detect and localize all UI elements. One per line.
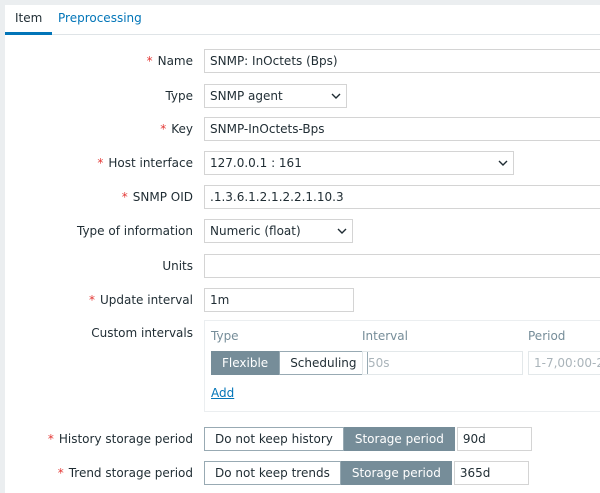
snmp-oid-label: * SNMP OID	[122, 185, 193, 209]
type-of-information-value: Numeric (float)	[210, 224, 301, 238]
type-of-information-select[interactable]: Numeric (float)	[204, 219, 353, 243]
scheduling-button[interactable]: Scheduling	[279, 351, 368, 375]
chevron-down-icon	[337, 228, 347, 234]
trend-storage-period-button[interactable]: Storage period	[340, 461, 452, 485]
type-column-header: Type	[211, 329, 239, 343]
required-marker: *	[121, 190, 128, 204]
type-select-value: SNMP agent	[210, 89, 283, 103]
history-storage-toggle: Do not keep history Storage period 90d	[204, 427, 532, 451]
interval-column-header: Interval	[362, 329, 408, 343]
interval-input[interactable]: 50s	[362, 351, 523, 375]
trend-period-input[interactable]: 365d	[453, 461, 529, 485]
host-interface-select[interactable]: 127.0.0.1 : 161	[204, 151, 514, 175]
units-label: Units	[162, 259, 193, 273]
history-period-input[interactable]: 90d	[456, 427, 532, 451]
tab-item[interactable]: Item	[5, 5, 53, 35]
update-interval-label-text: Update interval	[99, 293, 193, 307]
type-select[interactable]: SNMP agent	[204, 84, 347, 108]
host-interface-value: 127.0.0.1 : 161	[210, 156, 302, 170]
history-storage-label-text: History storage period	[58, 432, 193, 446]
history-storage-period-button[interactable]: Storage period	[343, 427, 455, 451]
required-marker: *	[146, 54, 153, 68]
key-input[interactable]: SNMP-InOctets-Bps	[204, 117, 600, 141]
tab-bar: Item Preprocessing	[5, 5, 600, 35]
interval-type-toggle: Flexible Scheduling	[211, 351, 368, 375]
required-marker: *	[160, 122, 167, 136]
update-interval-label: * Update interval	[89, 288, 193, 312]
period-column-header: Period	[528, 329, 566, 343]
trend-storage-label-text: Trend storage period	[68, 466, 193, 480]
name-label: * Name	[147, 49, 193, 73]
name-label-text: Name	[157, 54, 193, 68]
do-not-keep-trends-button[interactable]: Do not keep trends	[204, 461, 341, 485]
chevron-down-icon	[498, 160, 508, 166]
required-marker: *	[47, 432, 54, 446]
custom-intervals-label: Custom intervals	[91, 326, 193, 340]
required-marker: *	[97, 156, 104, 170]
snmp-oid-label-text: SNMP OID	[132, 190, 193, 204]
type-of-information-label: Type of information	[76, 224, 193, 238]
period-input[interactable]: 1-7,00:00-24:00	[528, 351, 600, 375]
do-not-keep-history-button[interactable]: Do not keep history	[204, 427, 344, 451]
chevron-down-icon	[331, 93, 341, 99]
host-interface-label: * Host interface	[97, 151, 193, 175]
update-interval-input[interactable]: 1m	[204, 288, 354, 312]
add-interval-link[interactable]: Add	[211, 386, 234, 400]
key-label-text: Key	[171, 122, 193, 136]
item-form: * Name SNMP: InOctets (Bps) Type SNMP age…	[5, 35, 600, 493]
units-input[interactable]	[204, 254, 600, 278]
key-label: * Key	[160, 117, 193, 141]
flexible-button[interactable]: Flexible	[211, 351, 280, 375]
name-input[interactable]: SNMP: InOctets (Bps)	[204, 49, 600, 73]
tab-preprocessing[interactable]: Preprocessing	[48, 5, 152, 35]
trend-storage-toggle: Do not keep trends Storage period 365d	[204, 461, 529, 485]
required-marker: *	[57, 466, 64, 480]
trend-storage-label: * Trend storage period	[58, 461, 193, 485]
required-marker: *	[88, 293, 95, 307]
host-interface-label-text: Host interface	[108, 156, 193, 170]
history-storage-label: * History storage period	[48, 427, 193, 451]
snmp-oid-input[interactable]: .1.3.6.1.2.1.2.2.1.10.3	[204, 185, 600, 209]
custom-intervals-table: Type Interval Period Flexible Scheduling…	[204, 320, 600, 412]
type-label: Type	[165, 89, 193, 103]
